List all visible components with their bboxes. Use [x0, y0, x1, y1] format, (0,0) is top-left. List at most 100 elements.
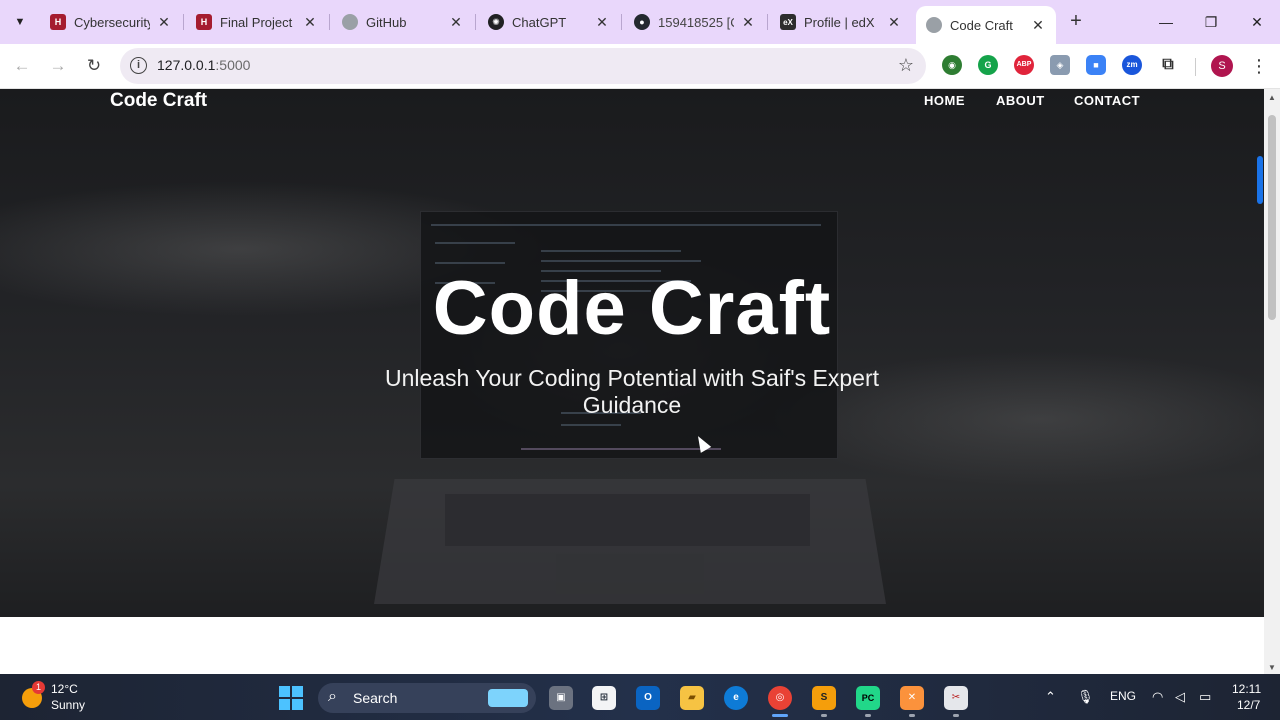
hero-subtitle: Unleash Your Coding Potential with Saif'… — [384, 365, 880, 418]
xampp-icon[interactable]: ✕ — [900, 686, 924, 710]
outlook-icon[interactable]: O — [636, 686, 660, 710]
minimize-icon: — — [1159, 14, 1173, 30]
close-icon[interactable]: ✕ — [448, 14, 464, 30]
pycharm-icon[interactable]: PC — [856, 686, 880, 710]
puzzle-icon[interactable]: ⧉ — [1158, 55, 1178, 75]
new-tab-button[interactable]: + — [1064, 10, 1088, 34]
weather-temperature[interactable]: 12°C — [51, 682, 78, 696]
nav-contact[interactable]: CONTACT — [1074, 93, 1140, 108]
url-port: :5000 — [215, 57, 251, 73]
edge-icon[interactable]: e — [724, 686, 748, 710]
grammarly-icon[interactable]: G — [978, 55, 998, 75]
snipping-tool-icon[interactable]: ✂ — [944, 686, 968, 710]
tab-search-button[interactable]: ▼ — [8, 10, 32, 34]
tab-divider — [183, 14, 184, 30]
sublime-text-icon[interactable]: S — [812, 686, 836, 710]
arrow-left-icon: ← — [13, 56, 31, 75]
taskbar-running-indicator — [953, 714, 959, 717]
globe-icon — [342, 14, 358, 30]
volume-icon[interactable]: ◁ — [1175, 689, 1185, 705]
zoom-scheduler-icon[interactable]: zm — [1122, 55, 1142, 75]
search-icon: ⌕ — [328, 688, 337, 705]
tab-label: 159418525 [C — [658, 14, 734, 30]
windows-logo-icon — [279, 686, 290, 697]
nav-about[interactable]: ABOUT — [996, 93, 1045, 108]
tab-final-project[interactable]: H Final Project - ✕ — [186, 6, 328, 38]
edx-icon: eX — [780, 14, 796, 30]
tab-edx-profile[interactable]: eX Profile | edX ✕ — [770, 6, 912, 38]
scrollbar-thumb[interactable] — [1268, 115, 1276, 320]
chrome-icon[interactable]: ◎ — [768, 686, 792, 710]
laptop-touchpad-image — [556, 554, 704, 594]
scroll-up-icon[interactable]: ▲ — [1268, 93, 1276, 102]
site-brand[interactable]: Code Craft — [110, 90, 207, 112]
close-icon[interactable]: ✕ — [886, 14, 902, 30]
tab-divider — [329, 14, 330, 30]
close-icon[interactable]: ✕ — [156, 14, 172, 30]
url-host: 127.0.0.1 — [157, 57, 216, 73]
reload-icon: ↻ — [86, 56, 102, 75]
extension-box-icon[interactable]: ■ — [1086, 55, 1106, 75]
taskbar-running-indicator — [821, 714, 827, 717]
shield-icon[interactable]: ◈ — [1050, 55, 1070, 75]
site-info-icon[interactable]: i — [130, 57, 147, 74]
tab-divider — [621, 14, 622, 30]
weather-condition[interactable]: Sunny — [51, 698, 85, 712]
reload-button[interactable]: ↻ — [80, 52, 108, 80]
tab-chatgpt[interactable]: ✺ ChatGPT ✕ — [478, 6, 620, 38]
nav-home[interactable]: HOME — [924, 93, 965, 108]
page-viewport: Code Craft HOME ABOUT CONTACT Code Craft… — [0, 89, 1264, 674]
tab-github[interactable]: GitHub ✕ — [332, 6, 474, 38]
close-icon[interactable]: ✕ — [594, 14, 610, 30]
close-icon[interactable]: ✕ — [302, 14, 318, 30]
bookmark-star-icon[interactable]: ☆ — [898, 55, 914, 76]
close-icon[interactable]: ✕ — [1030, 17, 1046, 33]
clock-time[interactable]: 12:11 — [1232, 682, 1261, 696]
language-indicator[interactable]: ENG — [1110, 689, 1136, 703]
weather-badge: 1 — [32, 681, 45, 694]
hero-section: Code Craft HOME ABOUT CONTACT Code Craft… — [0, 89, 1264, 617]
wifi-icon[interactable]: ◠ — [1152, 689, 1163, 705]
scroll-down-icon[interactable]: ▼ — [1268, 663, 1276, 672]
tab-label: ChatGPT — [512, 14, 567, 30]
taskbar-search[interactable]: ⌕ Search — [318, 683, 536, 713]
store-icon[interactable]: ⊞ — [592, 686, 616, 710]
microphone-icon[interactable]: 🎙 — [1077, 689, 1094, 705]
tab-github-issue[interactable]: ● 159418525 [C ✕ — [624, 6, 766, 38]
back-button[interactable]: ← — [8, 52, 36, 80]
close-window-button[interactable]: ✕ — [1234, 8, 1280, 36]
close-icon[interactable]: ✕ — [740, 14, 756, 30]
search-label: Search — [353, 690, 398, 706]
tab-divider — [767, 14, 768, 30]
task-view-icon[interactable]: ▣ — [549, 686, 573, 710]
close-icon: ✕ — [1251, 14, 1263, 30]
tab-label: Profile | edX — [804, 14, 875, 30]
tab-divider — [475, 14, 476, 30]
plus-icon: + — [1070, 10, 1082, 32]
taskbar-running-indicator — [865, 714, 871, 717]
minimize-button[interactable]: — — [1143, 8, 1189, 36]
address-bar[interactable]: i 127.0.0.1:5000 ☆ — [120, 48, 926, 84]
forward-button[interactable]: → — [44, 52, 72, 80]
tab-cybersecurity[interactable]: H Cybersecurity ✕ — [40, 6, 182, 38]
clock-date[interactable]: 12/7 — [1237, 698, 1260, 712]
tab-label: Cybersecurity — [74, 14, 150, 30]
tab-code-craft[interactable]: Code Craft ✕ — [916, 6, 1056, 44]
restore-button[interactable]: ❐ — [1188, 8, 1234, 36]
tray-overflow-chevron-icon[interactable]: ⌃ — [1045, 689, 1056, 705]
profile-avatar[interactable]: S — [1211, 55, 1233, 77]
battery-icon[interactable]: ▭ — [1199, 689, 1211, 705]
tab-label: Final Project - — [220, 14, 296, 30]
adblock-plus-icon[interactable]: ABP — [1014, 55, 1034, 75]
openai-icon: ✺ — [488, 14, 504, 30]
file-explorer-icon[interactable]: ▰ — [680, 686, 704, 710]
menu-kebab-icon[interactable]: ⋮ — [1250, 54, 1268, 78]
github-icon: ● — [634, 14, 650, 30]
tab-label: GitHub — [366, 14, 407, 30]
extension-globe-icon[interactable]: ◉ — [942, 55, 962, 75]
url-text[interactable]: 127.0.0.1:5000 — [157, 57, 250, 73]
start-button[interactable] — [279, 686, 303, 710]
page-scrollbar[interactable]: ▲ ▼ — [1264, 89, 1280, 674]
taskbar-active-indicator — [772, 714, 788, 717]
hero-title: Code Craft — [432, 266, 832, 351]
